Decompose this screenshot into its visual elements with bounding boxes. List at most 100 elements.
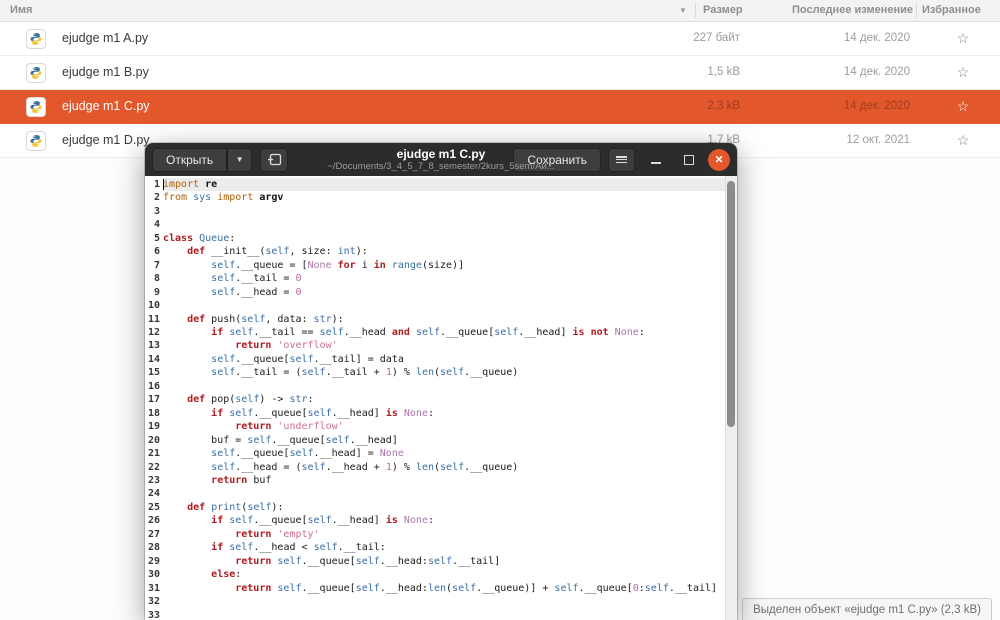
- code-line[interactable]: 13 return 'overflow': [145, 339, 725, 352]
- code-line[interactable]: 22 self.__head = (self.__head + 1) % len…: [145, 461, 725, 474]
- minimize-button[interactable]: [644, 148, 668, 172]
- file-modified-date: 14 дек. 2020: [844, 56, 910, 89]
- scrollbar-thumb[interactable]: [727, 181, 735, 427]
- line-number: 32: [145, 595, 163, 608]
- code-text: if self.__head < self.__tail:: [163, 541, 725, 554]
- favorite-star-button[interactable]: ☆: [954, 56, 972, 89]
- python-file-icon: [26, 131, 46, 151]
- line-number: 11: [145, 313, 163, 326]
- code-line[interactable]: 2from sys import argv: [145, 191, 725, 204]
- code-text: if self.__queue[self.__head] is None:: [163, 407, 725, 420]
- favorite-star-button[interactable]: ☆: [954, 22, 972, 55]
- scrollbar-track[interactable]: [725, 176, 737, 620]
- code-line[interactable]: 25 def print(self):: [145, 501, 725, 514]
- code-line[interactable]: 11 def push(self, data: str):: [145, 313, 725, 326]
- maximize-button[interactable]: [677, 148, 701, 172]
- line-number: 8: [145, 272, 163, 285]
- python-file-icon: [26, 97, 46, 117]
- window-title: ejudge m1 C.py: [327, 147, 554, 161]
- code-line[interactable]: 5class Queue:: [145, 232, 725, 245]
- code-text: else:: [163, 568, 725, 581]
- file-name: ejudge m1 D.py: [62, 124, 150, 157]
- code-line[interactable]: 24: [145, 487, 725, 500]
- code-line[interactable]: 29 return self.__queue[self.__head:self.…: [145, 555, 725, 568]
- code-line[interactable]: 14 self.__queue[self.__tail] = data: [145, 353, 725, 366]
- code-text: self.__head = 0: [163, 286, 725, 299]
- close-button[interactable]: ✕: [708, 149, 730, 171]
- column-header-name[interactable]: Имя: [10, 0, 32, 21]
- column-header-favorite[interactable]: Избранное: [922, 0, 981, 21]
- code-editor[interactable]: 1import re2from sys import argv345class …: [145, 176, 725, 620]
- code-line[interactable]: 27 return 'empty': [145, 528, 725, 541]
- code-line[interactable]: 7 self.__queue = [None for i in range(si…: [145, 259, 725, 272]
- line-number: 28: [145, 541, 163, 554]
- line-number: 14: [145, 353, 163, 366]
- line-number: 29: [145, 555, 163, 568]
- line-number: 23: [145, 474, 163, 487]
- code-line[interactable]: 12 if self.__tail == self.__head and sel…: [145, 326, 725, 339]
- code-line[interactable]: 3: [145, 205, 725, 218]
- code-line[interactable]: 10: [145, 299, 725, 312]
- sort-descending-icon[interactable]: ▼: [679, 0, 687, 21]
- line-number: 2: [145, 191, 163, 204]
- line-number: 31: [145, 582, 163, 595]
- line-number: 16: [145, 380, 163, 393]
- code-line[interactable]: 26 if self.__queue[self.__head] is None:: [145, 514, 725, 527]
- code-line[interactable]: 31 return self.__queue[self.__head:len(s…: [145, 582, 725, 595]
- file-row[interactable]: ejudge m1 A.py227 байт14 дек. 2020☆: [0, 22, 1000, 56]
- code-text: if self.__queue[self.__head] is None:: [163, 514, 725, 527]
- column-header-size[interactable]: Размер: [703, 0, 743, 21]
- code-text: return self.__queue[self.__head:self.__t…: [163, 555, 725, 568]
- new-document-button[interactable]: [260, 148, 288, 172]
- desktop-screen: Имя ▼ Размер Последнее изменение Избранн…: [0, 0, 1000, 620]
- line-number: 6: [145, 245, 163, 258]
- code-text: [163, 205, 725, 218]
- window-title-block: ejudge m1 C.py ~/Documents/3_4_5_7_8_sem…: [327, 147, 554, 172]
- code-text: return buf: [163, 474, 725, 487]
- column-header-modified[interactable]: Последнее изменение: [792, 0, 913, 21]
- favorite-star-button[interactable]: ☆: [954, 124, 972, 157]
- menu-button[interactable]: [608, 148, 635, 172]
- code-line[interactable]: 4: [145, 218, 725, 231]
- file-modified-date: 14 дек. 2020: [844, 22, 910, 55]
- code-line[interactable]: 23 return buf: [145, 474, 725, 487]
- code-line[interactable]: 8 self.__tail = 0: [145, 272, 725, 285]
- open-dropdown-caret-icon[interactable]: ▼: [227, 148, 252, 172]
- file-modified-date: 12 окт. 2021: [846, 124, 910, 157]
- line-number: 30: [145, 568, 163, 581]
- line-number: 3: [145, 205, 163, 218]
- code-line[interactable]: 21 self.__queue[self.__head] = None: [145, 447, 725, 460]
- file-row[interactable]: ejudge m1 C.py2,3 kB14 дек. 2020☆: [0, 90, 1000, 124]
- code-text: [163, 218, 725, 231]
- code-line[interactable]: 6 def __init__(self, size: int):: [145, 245, 725, 258]
- line-number: 15: [145, 366, 163, 379]
- code-text: [163, 609, 725, 620]
- file-row[interactable]: ejudge m1 B.py1,5 kB14 дек. 2020☆: [0, 56, 1000, 90]
- editor-titlebar[interactable]: Открыть ▼ ejudge m1 C.py ~/Documents/3_4…: [145, 143, 737, 176]
- file-size: 227 байт: [693, 22, 740, 55]
- file-modified-date: 14 дек. 2020: [844, 90, 910, 123]
- new-document-icon: [267, 153, 282, 166]
- code-line[interactable]: 28 if self.__head < self.__tail:: [145, 541, 725, 554]
- line-number: 20: [145, 434, 163, 447]
- code-line[interactable]: 33: [145, 609, 725, 620]
- favorite-star-button[interactable]: ☆: [954, 90, 972, 123]
- code-line[interactable]: 15 self.__tail = (self.__tail + 1) % len…: [145, 366, 725, 379]
- code-line[interactable]: 17 def pop(self) -> str:: [145, 393, 725, 406]
- code-line[interactable]: 19 return 'underflow': [145, 420, 725, 433]
- open-button[interactable]: Открыть: [152, 148, 227, 172]
- code-line[interactable]: 1import re: [145, 178, 725, 191]
- code-line[interactable]: 16: [145, 380, 725, 393]
- code-text: [163, 299, 725, 312]
- file-list-header: Имя ▼ Размер Последнее изменение Избранн…: [0, 0, 1000, 22]
- code-line[interactable]: 18 if self.__queue[self.__head] is None:: [145, 407, 725, 420]
- code-line[interactable]: 9 self.__head = 0: [145, 286, 725, 299]
- code-line[interactable]: 20 buf = self.__queue[self.__head]: [145, 434, 725, 447]
- code-line[interactable]: 32: [145, 595, 725, 608]
- text-cursor: [163, 179, 164, 190]
- window-subtitle-path: ~/Documents/3_4_5_7_8_semester/2kurs_5se…: [327, 161, 554, 172]
- code-line[interactable]: 30 else:: [145, 568, 725, 581]
- file-name: ejudge m1 B.py: [62, 56, 149, 89]
- code-text: def __init__(self, size: int):: [163, 245, 725, 258]
- line-number: 27: [145, 528, 163, 541]
